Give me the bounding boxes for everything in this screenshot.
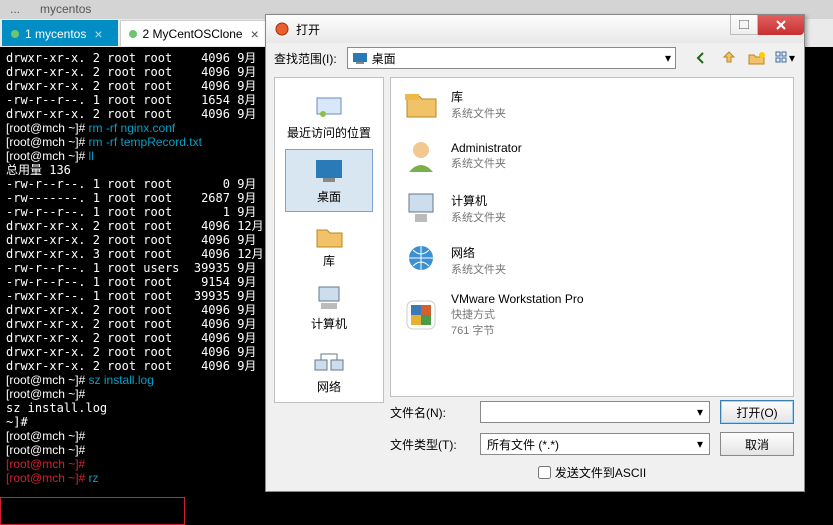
highlight-box bbox=[0, 497, 185, 525]
list-item[interactable]: VMware Workstation Pro快捷方式761 字节 bbox=[391, 286, 793, 344]
file-subtitle: 系统文件夹 bbox=[451, 105, 506, 121]
back-button[interactable] bbox=[690, 47, 712, 69]
ascii-checkbox[interactable] bbox=[538, 466, 551, 479]
dialog-title: 打开 bbox=[296, 21, 320, 38]
file-name: VMware Workstation Pro bbox=[451, 292, 584, 306]
filename-input[interactable]: ▾ bbox=[480, 401, 710, 423]
location-combo[interactable]: 桌面 ▾ bbox=[347, 47, 676, 69]
status-dot-icon bbox=[129, 30, 137, 38]
file-icon bbox=[401, 84, 441, 124]
desktop-icon bbox=[352, 50, 368, 66]
top-tab[interactable]: mycentos bbox=[30, 0, 101, 19]
cancel-button[interactable]: 取消 bbox=[720, 432, 794, 456]
place-icon bbox=[313, 220, 345, 250]
view-button[interactable]: ▾ bbox=[774, 47, 796, 69]
dropdown-arrow-icon: ▾ bbox=[665, 51, 671, 65]
places-sidebar: 最近访问的位置桌面库计算机网络 bbox=[274, 77, 384, 403]
open-dialog: 打开 查找范围(I): 桌面 ▾ ▾ bbox=[265, 14, 805, 492]
sidebar-item-label: 最近访问的位置 bbox=[285, 124, 373, 141]
file-icon bbox=[401, 188, 441, 228]
sidebar-item[interactable]: 最近访问的位置 bbox=[285, 86, 373, 147]
file-subtitle: 系统文件夹 bbox=[451, 261, 506, 277]
tab-label: 2 MyCentOSClone bbox=[143, 27, 243, 41]
file-name: 计算机 bbox=[451, 192, 506, 209]
top-tab[interactable]: ... bbox=[0, 0, 30, 19]
sidebar-item-label: 网络 bbox=[285, 378, 373, 395]
up-button[interactable] bbox=[718, 47, 740, 69]
file-name: 库 bbox=[451, 88, 506, 105]
file-icon bbox=[401, 295, 441, 335]
location-bar: 查找范围(I): 桌面 ▾ ▾ bbox=[266, 43, 804, 73]
place-icon bbox=[313, 156, 345, 186]
place-icon bbox=[313, 92, 345, 122]
dialog-titlebar[interactable]: 打开 bbox=[266, 15, 804, 43]
status-dot-icon bbox=[11, 30, 19, 38]
tab-close-icon[interactable]: × bbox=[94, 26, 102, 42]
filetype-combo[interactable]: 所有文件 (*.*) ▾ bbox=[480, 433, 710, 455]
file-list[interactable]: 库系统文件夹Administrator系统文件夹计算机系统文件夹网络系统文件夹V… bbox=[390, 77, 794, 397]
list-item[interactable]: 计算机系统文件夹 bbox=[391, 182, 793, 234]
lookin-label: 查找范围(I): bbox=[274, 50, 337, 67]
sidebar-item-label: 桌面 bbox=[286, 188, 372, 205]
sidebar-item-label: 计算机 bbox=[285, 315, 373, 332]
sidebar-item[interactable]: 网络 bbox=[285, 340, 373, 401]
list-item[interactable]: Administrator系统文件夹 bbox=[391, 130, 793, 182]
sidebar-item-label: 库 bbox=[285, 252, 373, 269]
file-subtitle: 系统文件夹 bbox=[451, 209, 506, 225]
file-name: Administrator bbox=[451, 141, 522, 155]
close-button[interactable] bbox=[758, 15, 804, 35]
sidebar-item[interactable]: 桌面 bbox=[285, 149, 373, 212]
filetype-value: 所有文件 (*.*) bbox=[487, 436, 559, 453]
ascii-label: 发送文件到ASCII bbox=[555, 464, 646, 481]
session-tab[interactable]: 2 MyCentOSClone × bbox=[120, 20, 274, 46]
dropdown-arrow-icon: ▾ bbox=[789, 51, 795, 65]
list-item[interactable]: 库系统文件夹 bbox=[391, 78, 793, 130]
dropdown-arrow-icon: ▾ bbox=[697, 405, 703, 419]
open-button[interactable]: 打开(O) bbox=[720, 400, 794, 424]
file-icon bbox=[401, 240, 441, 280]
file-subtitle: 快捷方式761 字节 bbox=[451, 306, 584, 338]
list-item[interactable]: 网络系统文件夹 bbox=[391, 234, 793, 286]
place-icon bbox=[313, 346, 345, 376]
tab-close-icon[interactable]: × bbox=[251, 26, 259, 42]
file-subtitle: 系统文件夹 bbox=[451, 155, 522, 171]
tab-label: 1 mycentos bbox=[25, 27, 86, 41]
file-icon bbox=[401, 136, 441, 176]
session-tab[interactable]: 1 mycentos × bbox=[2, 20, 118, 46]
dropdown-arrow-icon: ▾ bbox=[697, 437, 703, 451]
new-folder-button[interactable] bbox=[746, 47, 768, 69]
file-name: 网络 bbox=[451, 244, 506, 261]
sidebar-item[interactable]: 库 bbox=[285, 214, 373, 275]
sidebar-item[interactable]: 计算机 bbox=[285, 277, 373, 338]
app-icon bbox=[274, 21, 290, 37]
filetype-label: 文件类型(T): bbox=[390, 436, 470, 453]
filename-label: 文件名(N): bbox=[390, 404, 470, 421]
place-icon bbox=[313, 283, 345, 313]
location-text: 桌面 bbox=[372, 50, 396, 67]
maximize-button[interactable] bbox=[730, 15, 758, 35]
